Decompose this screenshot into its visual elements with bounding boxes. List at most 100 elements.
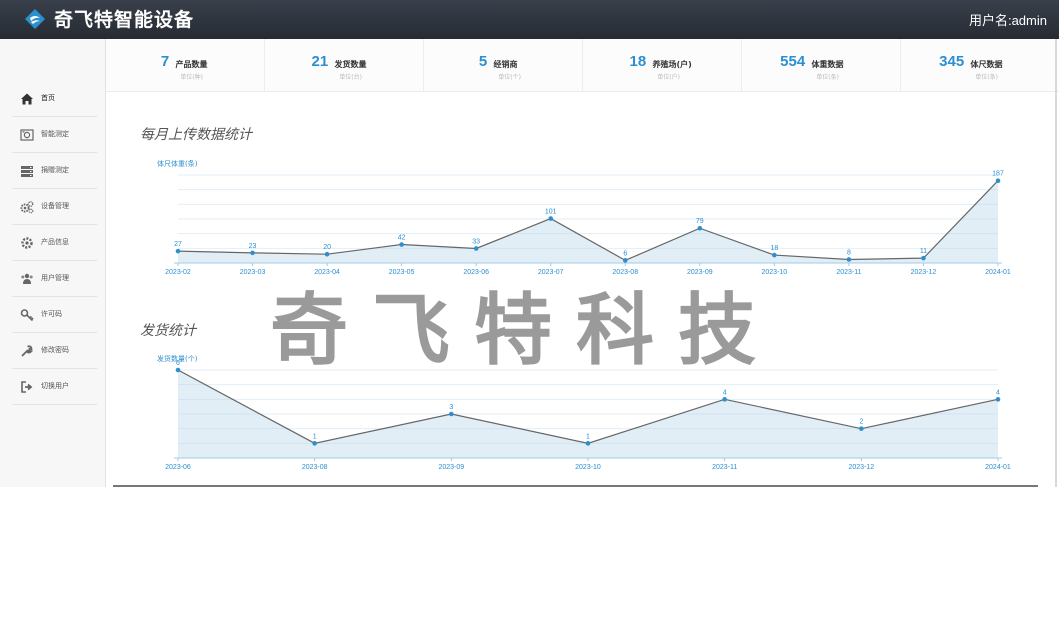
stat-value: 7 (160, 53, 170, 70)
stat-label: 体尺数据 (970, 60, 1003, 69)
shipping-stats-title: 发货统计 (140, 323, 196, 339)
data-point (995, 178, 1001, 184)
data-label: 6 (176, 360, 180, 367)
data-label: 8 (847, 249, 851, 256)
user-name[interactable]: 用户名:admin (969, 10, 1047, 29)
data-point (449, 411, 454, 417)
data-label: 79 (696, 218, 704, 225)
data-point (175, 367, 181, 373)
data-point (399, 242, 404, 247)
stat-label: 经销商 (493, 60, 518, 69)
sign-out-icon (21, 381, 33, 393)
x-tick-label: 2023-11 (836, 269, 861, 276)
sidebar-item-device-management[interactable]: 设备管理 (12, 189, 97, 225)
data-point (473, 246, 479, 251)
stat-shipments[interactable]: 21 发货数量 单位(台) (265, 39, 424, 91)
stat-unit: 单位(条) (816, 74, 839, 81)
stats-bar: 7 产品数量 单位(种) 21 发货数量 单位(台) 5 经销商 单位(个) 1… (106, 39, 1059, 92)
sidebar-item-donation-measure[interactable]: 捐赠测定 (12, 153, 97, 189)
stat-unit: 单位(种) (180, 74, 203, 81)
data-point (772, 252, 777, 258)
x-tick-label: 2024-01 (985, 269, 1011, 276)
stat-farms[interactable]: 18 养殖场(户) 单位(户) (583, 39, 742, 91)
gear-icon (21, 237, 33, 249)
stat-size-data[interactable]: 345 体尺数据 单位(条) (901, 39, 1059, 91)
data-label: 2 (859, 419, 863, 426)
monthly-upload-chart: 体尺体重(条)272023-02232023-03202023-04422023… (157, 159, 1011, 276)
stat-label: 养殖场(户) (652, 60, 692, 69)
stat-value: 18 (629, 53, 647, 70)
stat-unit: 单位(台) (339, 74, 362, 81)
data-point (324, 251, 330, 257)
data-label: 101 (545, 209, 557, 216)
series-area (178, 180, 998, 263)
wrench-icon (21, 345, 33, 357)
server-icon (21, 166, 33, 177)
data-label: 1 (586, 433, 590, 440)
logo-icon (25, 9, 45, 29)
content-divider (113, 485, 1038, 487)
data-label: 27 (174, 241, 182, 248)
sidebar-item-label: 用户管理 (41, 274, 69, 282)
sidebar-item-label: 捐赠测定 (41, 166, 69, 174)
x-tick-label: 2023-02 (165, 269, 191, 276)
sidebar-item-user-management[interactable]: 用户管理 (12, 261, 97, 297)
app-title: 奇飞特智能设备 (54, 9, 195, 31)
stat-unit: 单位(个) (498, 74, 521, 81)
data-point (995, 397, 1001, 402)
x-tick-label: 2023-09 (438, 464, 464, 471)
sidebar-item-smart-measure[interactable]: 智能测定 (12, 117, 97, 153)
sidebar-item-label: 许可码 (41, 310, 62, 318)
stat-value: 21 (311, 53, 329, 70)
stat-label: 发货数量 (334, 60, 367, 69)
x-tick-label: 2024-01 (985, 464, 1011, 471)
data-point (548, 216, 554, 221)
stat-label: 体重数据 (811, 60, 844, 69)
data-label: 6 (623, 250, 627, 257)
camera-icon (20, 129, 34, 141)
data-point (846, 257, 852, 262)
data-label: 1 (313, 433, 317, 440)
stat-dealers[interactable]: 5 经销商 单位(个) (424, 39, 583, 91)
data-label: 18 (770, 245, 778, 252)
data-point (722, 397, 727, 402)
stat-weight-data[interactable]: 554 体重数据 单位(条) (742, 39, 901, 91)
data-label: 4 (996, 389, 1000, 396)
top-bar: 奇飞特智能设备 用户名:admin (0, 0, 1059, 39)
cogs-icon (20, 201, 34, 214)
sidebar-item-label: 首页 (41, 94, 55, 102)
scrollbar[interactable] (1055, 39, 1057, 487)
x-tick-label: 2023-12 (848, 464, 874, 471)
watermark: 奇飞特科技 (270, 285, 781, 376)
x-tick-label: 2023-11 (712, 464, 737, 471)
monthly-upload-title: 每月上传数据统计 (140, 127, 252, 143)
sidebar-item-label: 设备管理 (41, 202, 69, 210)
sidebar-item-license[interactable]: 许可码 (12, 297, 97, 333)
data-label: 4 (723, 389, 727, 396)
y-axis-label: 体尺体重(条) (157, 159, 198, 168)
data-point (622, 258, 628, 263)
x-tick-label: 2023-10 (575, 464, 601, 471)
stat-unit: 单位(户) (657, 74, 680, 81)
data-point (250, 250, 255, 256)
sidebar-item-label: 修改密码 (41, 346, 69, 354)
data-point (175, 248, 181, 254)
sidebar-item-label: 产品信息 (41, 238, 69, 246)
key-icon (20, 309, 34, 322)
sidebar: 首页 智能测定 捐赠测定 设备管理 产品信息 用户管理 许可码 修改密码 切换用… (0, 39, 106, 487)
stat-products[interactable]: 7 产品数量 单位(种) (106, 39, 265, 91)
x-tick-label: 2023-08 (302, 464, 328, 471)
sidebar-item-home[interactable]: 首页 (12, 81, 97, 117)
stat-value: 554 (780, 53, 806, 70)
x-tick-label: 2023-06 (165, 464, 191, 471)
sidebar-menu: 首页 智能测定 捐赠测定 设备管理 产品信息 用户管理 许可码 修改密码 切换用… (12, 81, 97, 405)
sidebar-item-product-info[interactable]: 产品信息 (12, 225, 97, 261)
stat-value: 5 (478, 53, 488, 70)
data-point (585, 441, 591, 446)
data-label: 23 (249, 243, 257, 250)
sidebar-item-switch-user[interactable]: 切换用户 (12, 369, 97, 405)
sidebar-item-change-password[interactable]: 修改密码 (12, 333, 97, 369)
data-label: 3 (449, 404, 453, 411)
stat-value: 345 (939, 53, 965, 70)
users-icon (21, 273, 33, 284)
